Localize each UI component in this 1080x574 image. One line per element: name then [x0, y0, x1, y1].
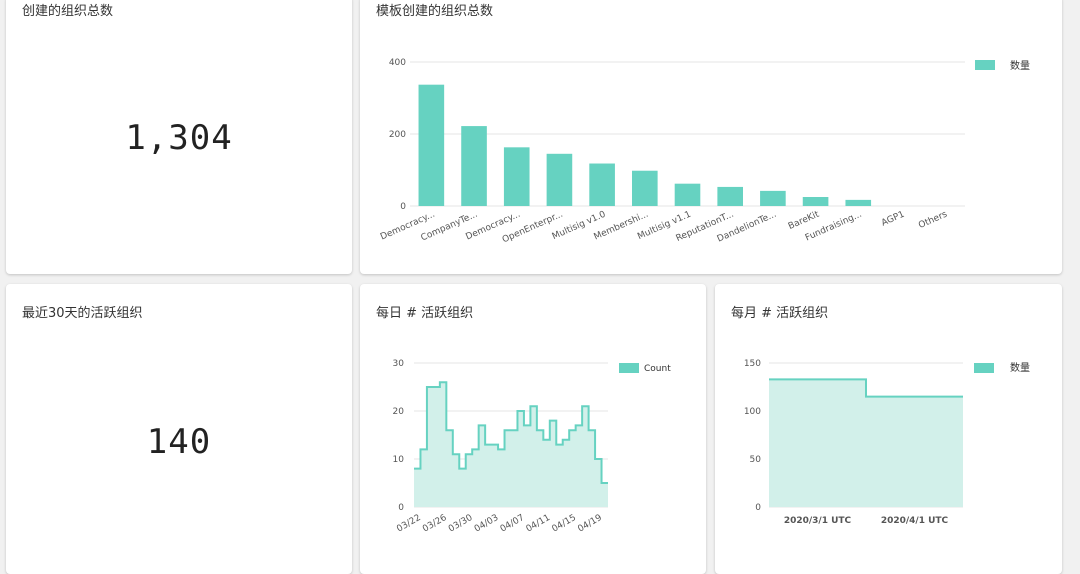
x-tick-label: AGP1 [880, 210, 906, 229]
bar [760, 190, 786, 206]
x-tick-label: Others [917, 209, 949, 231]
active30-card: 最近30天的活跃组织 140 [6, 284, 352, 574]
daily-area-chart: 010203003/2203/2603/3004/0304/0704/1104/… [393, 359, 672, 535]
bar [546, 153, 573, 206]
y-tick-label: 50 [750, 455, 762, 465]
x-tick-label: 04/07 [499, 513, 526, 535]
y-tick-label: 20 [393, 407, 405, 417]
bar [717, 186, 743, 206]
bar [503, 147, 530, 206]
y-tick-label: 0 [400, 202, 406, 212]
bar [802, 197, 829, 206]
bar [589, 163, 615, 206]
legend-label: Count [644, 364, 671, 374]
bar [845, 199, 872, 206]
legend-label: 数量 [1010, 59, 1030, 72]
series-area [769, 379, 963, 507]
x-tick-label: 2020/4/1 UTC [881, 516, 949, 526]
daily-active-card: 每日 # 活跃组织 0 10 20 30 03/22 03/26 03/30 04/03 04/… [360, 284, 706, 574]
total-orgs-card: 创建的组织总数 1,304 [6, 0, 352, 274]
total-orgs-title: 创建的组织总数 [22, 4, 114, 19]
bar [418, 84, 445, 206]
y-tick-label: 0 [398, 503, 404, 513]
template-bar-chart: 0200400Democracy...CompanyTe...Democracy… [379, 58, 1030, 245]
bar [674, 183, 701, 206]
x-tick-label: 03/30 [447, 513, 475, 535]
y-tick-label: 100 [744, 407, 761, 417]
x-tick-label: 04/03 [473, 513, 500, 535]
y-tick-label: 10 [393, 455, 405, 465]
active30-title: 最近30天的活跃组织 [22, 306, 143, 321]
total-orgs-value: 1,304 [125, 118, 233, 158]
x-tick-label: 04/19 [576, 513, 604, 535]
y-tick-label: 30 [393, 359, 405, 369]
y-tick-label: 400 [389, 58, 406, 68]
active30-value: 140 [146, 422, 212, 462]
monthly-active-card: 每月 # 活跃组织 0 50 100 150 2020/3/1 UTC 2020/4/1 … [715, 284, 1062, 574]
y-tick-label: 200 [389, 130, 406, 140]
x-tick-label: 2020/3/1 UTC [784, 516, 852, 526]
legend-swatch [619, 363, 639, 373]
legend-swatch [975, 60, 995, 70]
monthly-area-chart: 0 50 100 150 2020/3/1 UTC 2020/4/1 UTC 数量 [744, 359, 1030, 526]
x-tick-label: 04/15 [550, 513, 577, 535]
template-orgs-card: 模板创建的组织总数 0 200 400 Democracy... CompanyTe..… [360, 0, 1062, 274]
legend-swatch [974, 363, 994, 373]
series-area [414, 382, 608, 507]
x-tick-label: 03/22 [395, 513, 422, 535]
y-tick-label: 0 [755, 503, 761, 513]
y-tick-label: 150 [744, 359, 761, 369]
x-tick-label: 04/11 [525, 513, 552, 535]
bar [632, 170, 658, 206]
legend-label: 数量 [1010, 361, 1030, 374]
bar [461, 126, 487, 206]
x-tick-label: 03/26 [421, 513, 449, 535]
